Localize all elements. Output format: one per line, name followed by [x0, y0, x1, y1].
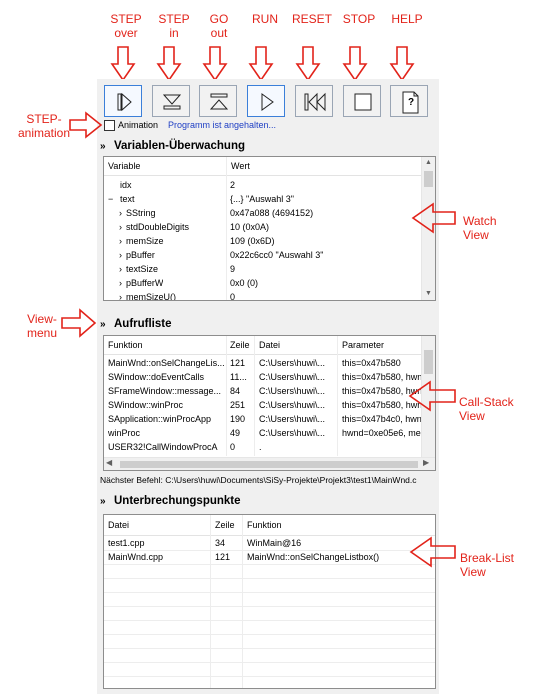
side-arrows	[61, 111, 456, 568]
arrow-right-icon	[69, 111, 103, 139]
arrow-left-icon	[408, 380, 456, 412]
arrow-left-icon	[411, 202, 456, 234]
arrow-right-icon	[61, 308, 97, 338]
arrow-left-icon	[409, 536, 456, 568]
